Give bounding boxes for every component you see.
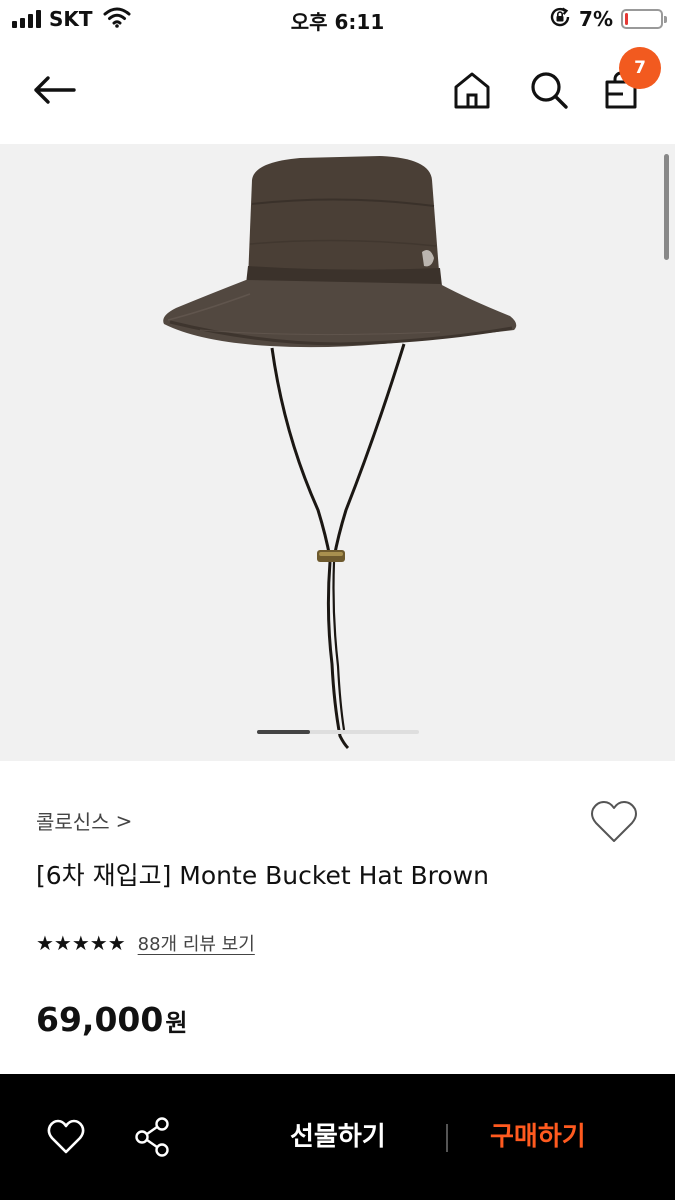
- search-button[interactable]: [525, 66, 573, 114]
- review-link[interactable]: 88개 리뷰 보기: [138, 930, 255, 956]
- carousel-indicator: [257, 730, 419, 734]
- rating-row: ★★★★★ 88개 리뷰 보기: [36, 930, 255, 956]
- bottom-action-bar: 선물하기 구매하기: [0, 1074, 675, 1200]
- status-right: 7%: [549, 6, 667, 32]
- rotation-lock-icon: [549, 6, 571, 32]
- back-arrow-icon: [34, 76, 76, 104]
- search-icon: [531, 72, 568, 109]
- heart-icon: [591, 801, 637, 842]
- battery-icon: [621, 9, 667, 29]
- back-button[interactable]: [24, 68, 84, 112]
- rating-stars: ★★★★★: [36, 931, 126, 955]
- buy-button[interactable]: 구매하기: [490, 1116, 586, 1153]
- bottom-bar-divider: [446, 1124, 448, 1152]
- brand-link[interactable]: 콜로신스 >: [36, 806, 132, 835]
- image-scrollbar[interactable]: [664, 154, 669, 260]
- product-price: 69,000 원: [36, 1000, 187, 1039]
- home-icon: [454, 72, 490, 109]
- price-amount: 69,000: [36, 1000, 164, 1039]
- wishlist-button[interactable]: [588, 798, 640, 846]
- cart-badge: 7: [619, 47, 661, 89]
- share-icon: [135, 1117, 169, 1157]
- chevron-right-icon: >: [115, 808, 133, 833]
- top-nav: 7: [0, 40, 675, 144]
- battery-level: [625, 13, 628, 25]
- price-unit: 원: [165, 1009, 188, 1037]
- share-button[interactable]: [128, 1114, 176, 1160]
- battery-percent: 7%: [579, 7, 613, 31]
- product-image[interactable]: [0, 144, 675, 761]
- carousel-indicator-active: [257, 730, 310, 734]
- heart-icon: [47, 1119, 85, 1154]
- home-button[interactable]: [448, 66, 496, 114]
- bucket-hat-photo: [163, 156, 517, 750]
- status-bar: SKT 오후 6:11 7%: [0, 0, 675, 40]
- brand-name: 콜로신스: [36, 810, 110, 834]
- product-title: [6차 재입고] Monte Bucket Hat Brown: [36, 861, 489, 890]
- like-button[interactable]: [42, 1114, 90, 1160]
- gift-button[interactable]: 선물하기: [290, 1116, 386, 1153]
